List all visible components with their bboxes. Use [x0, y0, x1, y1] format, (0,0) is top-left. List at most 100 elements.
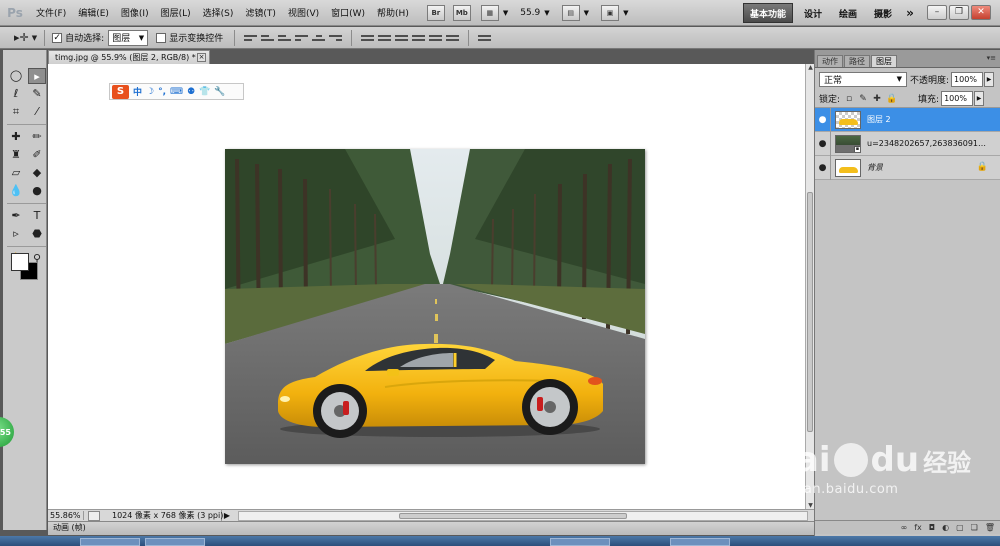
- align-horizontal-center-icon[interactable]: [312, 31, 326, 45]
- user-icon[interactable]: ⚉: [187, 87, 195, 97]
- add-mask-icon[interactable]: ◘: [929, 523, 935, 532]
- taskbar-item[interactable]: [670, 538, 730, 546]
- brush-tool-icon[interactable]: ✏: [28, 129, 46, 145]
- minimize-button[interactable]: –: [927, 5, 947, 20]
- menu-edit[interactable]: 编辑(E): [72, 6, 115, 19]
- auto-select-target-select[interactable]: 图层 ▼: [108, 29, 149, 46]
- tool-preset-picker[interactable]: ▸✛ ▼: [14, 31, 37, 44]
- status-menu-arrow-icon[interactable]: ▶: [222, 511, 232, 520]
- workspace-design[interactable]: 设计: [800, 3, 826, 23]
- quick-select-tool-icon[interactable]: ✎: [28, 86, 46, 102]
- workspace-painting[interactable]: 绘画: [835, 3, 861, 23]
- distribute-hcenter-icon[interactable]: [429, 31, 443, 45]
- layer-style-icon[interactable]: fx: [914, 523, 922, 532]
- distribute-left-icon[interactable]: [412, 31, 426, 45]
- type-tool-icon[interactable]: T: [28, 208, 46, 224]
- adjustment-layer-icon[interactable]: ◐: [942, 523, 949, 532]
- tab-actions[interactable]: 动作: [817, 55, 843, 67]
- menu-image[interactable]: 图像(I): [115, 6, 155, 19]
- vertical-scroll-thumb[interactable]: [807, 192, 813, 432]
- ime-toolbar[interactable]: S 中 ☽ °, ⌨ ⚉ 👕 🔧: [109, 83, 244, 100]
- blend-mode-select[interactable]: 正常 ▼: [819, 71, 907, 87]
- menu-select[interactable]: 选择(S): [197, 6, 240, 19]
- screen-mode-dropdown[interactable]: ▣ ▼: [601, 4, 628, 21]
- panel-menu-icon[interactable]: ▾≡: [987, 54, 996, 62]
- visibility-eye-icon[interactable]: ●: [815, 155, 831, 180]
- animation-panel-tab[interactable]: 动画 (帧): [48, 521, 814, 535]
- ime-logo[interactable]: S: [112, 84, 129, 99]
- restore-button[interactable]: ❐: [949, 5, 969, 20]
- distribute-right-icon[interactable]: [446, 31, 460, 45]
- visibility-eye-icon[interactable]: ●: [815, 107, 831, 132]
- align-vertical-center-icon[interactable]: [261, 31, 275, 45]
- eyedropper-tool-icon[interactable]: ⁄: [28, 104, 46, 120]
- new-layer-icon[interactable]: ❏: [971, 523, 978, 532]
- document-tab[interactable]: timg.jpg @ 55.9% (图层 2, RGB/8) * ×: [48, 50, 210, 64]
- move-tool-icon[interactable]: ▸: [28, 68, 46, 84]
- pen-tool-icon[interactable]: ✒: [7, 208, 25, 224]
- align-bottom-icon[interactable]: [278, 31, 292, 45]
- menu-file[interactable]: 文件(F): [30, 6, 72, 19]
- menu-help[interactable]: 帮助(H): [371, 6, 415, 19]
- punctuation-icon[interactable]: °,: [158, 87, 166, 97]
- layer-row[interactable]: ● ▪ u=2348202657,2638360918&...: [815, 131, 1000, 156]
- close-button[interactable]: ✕: [971, 5, 991, 20]
- mini-bridge-button[interactable]: Mb: [452, 4, 471, 21]
- ime-mode-toggle[interactable]: 中: [133, 85, 142, 98]
- link-layers-icon[interactable]: ∞: [901, 523, 908, 532]
- layer-row[interactable]: ● 背景 🔒: [815, 155, 1000, 180]
- settings-wrench-icon[interactable]: 🔧: [214, 87, 225, 97]
- marquee-tool-icon[interactable]: ◯: [7, 68, 25, 84]
- moon-icon[interactable]: ☽: [146, 87, 154, 97]
- workspace-photography[interactable]: 摄影: [870, 3, 896, 23]
- crop-tool-icon[interactable]: ⌗: [7, 104, 25, 120]
- layer-row[interactable]: ● 图层 2: [815, 107, 1000, 132]
- fill-field[interactable]: 100%: [941, 91, 974, 106]
- lock-pixels-icon[interactable]: ✎: [858, 94, 868, 104]
- menu-layer[interactable]: 图层(L): [155, 6, 197, 19]
- align-right-icon[interactable]: [329, 31, 343, 45]
- align-left-icon[interactable]: [295, 31, 309, 45]
- status-info-icon[interactable]: [88, 510, 100, 521]
- lock-all-icon[interactable]: 🔒: [886, 94, 897, 104]
- opacity-slider-arrow-icon[interactable]: ▶: [984, 71, 995, 87]
- zoom-readout[interactable]: 55.86%: [48, 511, 84, 520]
- lock-transparency-icon[interactable]: ▫: [844, 94, 854, 104]
- dodge-tool-icon[interactable]: ●: [28, 183, 46, 199]
- arrange-documents-dropdown[interactable]: ▤ ▼: [561, 4, 589, 21]
- distribute-vcenter-icon[interactable]: [378, 31, 392, 45]
- skin-icon[interactable]: 👕: [199, 87, 210, 97]
- foreground-color-swatch[interactable]: [11, 253, 29, 271]
- clone-stamp-tool-icon[interactable]: ♜: [7, 147, 25, 163]
- lasso-tool-icon[interactable]: ℓ: [7, 86, 25, 102]
- view-extras-dropdown[interactable]: ▦ ▼: [480, 4, 508, 21]
- menu-filter[interactable]: 滤镜(T): [239, 6, 282, 19]
- opacity-field[interactable]: 100%: [951, 71, 984, 87]
- taskbar-item[interactable]: [80, 538, 140, 546]
- delete-layer-icon[interactable]: 🗑: [985, 523, 995, 532]
- show-transform-checkbox[interactable]: [156, 32, 167, 43]
- menu-window[interactable]: 窗口(W): [325, 6, 371, 19]
- eraser-tool-icon[interactable]: ▱: [7, 165, 25, 181]
- align-top-icon[interactable]: [244, 31, 258, 45]
- fill-slider-arrow-icon[interactable]: ▶: [974, 91, 985, 106]
- horizontal-scroll-thumb[interactable]: [399, 512, 627, 519]
- vertical-scrollbar[interactable]: ▲ ▼: [805, 64, 814, 509]
- taskbar-item[interactable]: [145, 538, 205, 546]
- auto-select-checkbox[interactable]: ✓: [52, 32, 63, 43]
- menu-view[interactable]: 视图(V): [282, 6, 325, 19]
- distribute-bottom-icon[interactable]: [395, 31, 409, 45]
- paint-bucket-tool-icon[interactable]: ◆: [28, 165, 46, 181]
- close-tab-icon[interactable]: ×: [197, 53, 206, 62]
- blur-tool-icon[interactable]: 💧: [7, 183, 25, 199]
- new-group-icon[interactable]: ▢: [956, 523, 964, 532]
- bridge-button[interactable]: Br: [426, 4, 445, 21]
- workspace-essentials[interactable]: 基本功能: [743, 3, 793, 23]
- taskbar-item[interactable]: [550, 538, 610, 546]
- tab-paths[interactable]: 路径: [844, 55, 870, 67]
- zoom-level-dropdown[interactable]: 55.9 ▼: [520, 8, 549, 18]
- tab-layers[interactable]: 图层: [871, 55, 897, 67]
- shape-tool-icon[interactable]: ⬣: [28, 226, 46, 242]
- auto-align-icon[interactable]: [478, 31, 492, 45]
- history-brush-tool-icon[interactable]: ✐: [28, 147, 46, 163]
